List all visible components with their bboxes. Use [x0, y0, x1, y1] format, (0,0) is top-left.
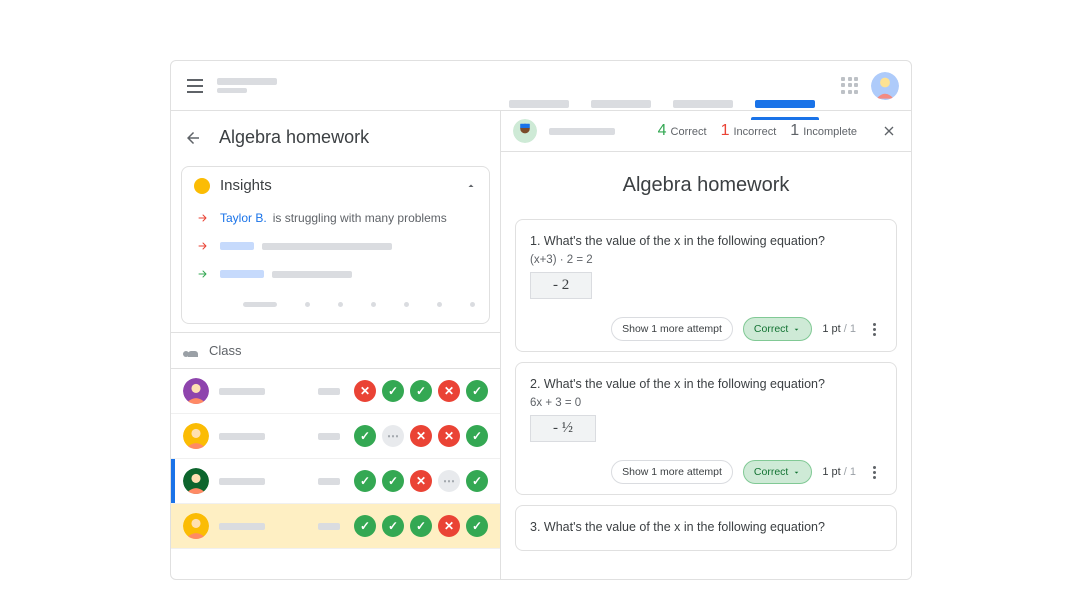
- student-row[interactable]: ✓ ✓ ✕ ⋯ ✓: [171, 459, 500, 504]
- x-icon: ✕: [410, 470, 432, 492]
- check-icon: ✓: [354, 425, 376, 447]
- check-icon: ✓: [382, 515, 404, 537]
- check-icon: ✓: [466, 470, 488, 492]
- dots-icon: ⋯: [382, 425, 404, 447]
- insights-title: Insights: [220, 177, 272, 194]
- incorrect-count: 1: [721, 122, 730, 140]
- page-title: Algebra homework: [219, 127, 369, 148]
- question-text: 2. What's the value of the x in the foll…: [530, 377, 882, 391]
- check-icon: ✓: [410, 380, 432, 402]
- question-card: 3. What's the value of the x in the foll…: [515, 505, 897, 551]
- student-row[interactable]: ✓ ✓ ✓ ✕ ✓: [171, 504, 500, 549]
- x-icon: ✕: [410, 425, 432, 447]
- check-icon: ✓: [354, 470, 376, 492]
- x-icon: ✕: [438, 425, 460, 447]
- show-attempt-button[interactable]: Show 1 more attempt: [611, 460, 733, 484]
- points: 1 pt / 1: [822, 323, 856, 335]
- check-icon: ✓: [410, 515, 432, 537]
- user-avatar[interactable]: [871, 72, 899, 100]
- student-header: 4Correct 1Incorrect 1Incomplete: [501, 111, 911, 152]
- class-title: Class: [209, 343, 242, 358]
- back-arrow-icon[interactable]: [183, 128, 203, 148]
- menu-icon[interactable]: [179, 70, 211, 102]
- check-icon: ✓: [354, 515, 376, 537]
- people-icon: [183, 345, 201, 357]
- check-icon: ✓: [466, 425, 488, 447]
- check-icon: ✓: [382, 380, 404, 402]
- right-body: Algebra homework 1. What's the value of …: [501, 152, 911, 579]
- logo-placeholder: [217, 78, 277, 93]
- status-dropdown[interactable]: Correct: [743, 317, 812, 341]
- chevron-up-icon[interactable]: [465, 180, 477, 192]
- class-header: Class: [171, 332, 500, 369]
- tab-4[interactable]: [755, 100, 815, 108]
- insight-row[interactable]: [182, 260, 489, 288]
- status-dropdown[interactable]: Correct: [743, 460, 812, 484]
- check-icon: ✓: [466, 515, 488, 537]
- points: 1 pt / 1: [822, 466, 856, 478]
- student-avatar: [513, 119, 537, 143]
- student-link[interactable]: Taylor B.: [220, 211, 267, 225]
- question-text: 3. What's the value of the x in the foll…: [530, 520, 882, 534]
- question-equation: 6x + 3 = 0: [530, 397, 882, 409]
- tabs: [509, 61, 815, 110]
- assignment-title: Algebra homework: [515, 174, 897, 197]
- arrow-right-icon: [194, 239, 212, 253]
- arrow-right-icon: [194, 211, 212, 225]
- insight-row[interactable]: Taylor B. is struggling with many proble…: [182, 204, 489, 232]
- incomplete-count: 1: [790, 122, 799, 140]
- tab-3[interactable]: [673, 100, 733, 108]
- more-vert-icon[interactable]: [866, 466, 882, 479]
- correct-count: 4: [658, 122, 667, 140]
- question-card: 2. What's the value of the x in the foll…: [515, 362, 897, 495]
- insight-row[interactable]: [182, 232, 489, 260]
- check-icon: ✓: [382, 470, 404, 492]
- question-text: 1. What's the value of the x in the foll…: [530, 234, 882, 248]
- show-attempt-button[interactable]: Show 1 more attempt: [611, 317, 733, 341]
- answer-box: - 2: [530, 272, 592, 299]
- insights-card: Insights Taylor B. is struggling with ma…: [181, 166, 490, 324]
- lightbulb-icon: [194, 178, 210, 194]
- topbar: [171, 61, 911, 111]
- insight-pagination: [182, 288, 489, 323]
- insight-text: is struggling with many problems: [273, 211, 447, 225]
- x-icon: ✕: [438, 515, 460, 537]
- dots-icon: ⋯: [438, 470, 460, 492]
- question-card: 1. What's the value of the x in the foll…: [515, 219, 897, 352]
- check-icon: ✓: [466, 380, 488, 402]
- answer-box: - ½: [530, 415, 596, 442]
- student-row[interactable]: ✓ ⋯ ✕ ✕ ✓: [171, 414, 500, 459]
- right-panel: 4Correct 1Incorrect 1Incomplete Algebra …: [501, 111, 911, 579]
- student-row[interactable]: ✕ ✓ ✓ ✕ ✓: [171, 369, 500, 414]
- x-icon: ✕: [354, 380, 376, 402]
- question-equation: (x+3) · 2 = 2: [530, 254, 882, 266]
- x-icon: ✕: [438, 380, 460, 402]
- left-panel: Algebra homework Insights Taylor B. is s…: [171, 111, 501, 579]
- tab-2[interactable]: [591, 100, 651, 108]
- more-vert-icon[interactable]: [866, 323, 882, 336]
- apps-icon[interactable]: [841, 77, 859, 95]
- tab-1[interactable]: [509, 100, 569, 108]
- arrow-right-icon: [194, 267, 212, 281]
- close-icon[interactable]: [879, 121, 899, 141]
